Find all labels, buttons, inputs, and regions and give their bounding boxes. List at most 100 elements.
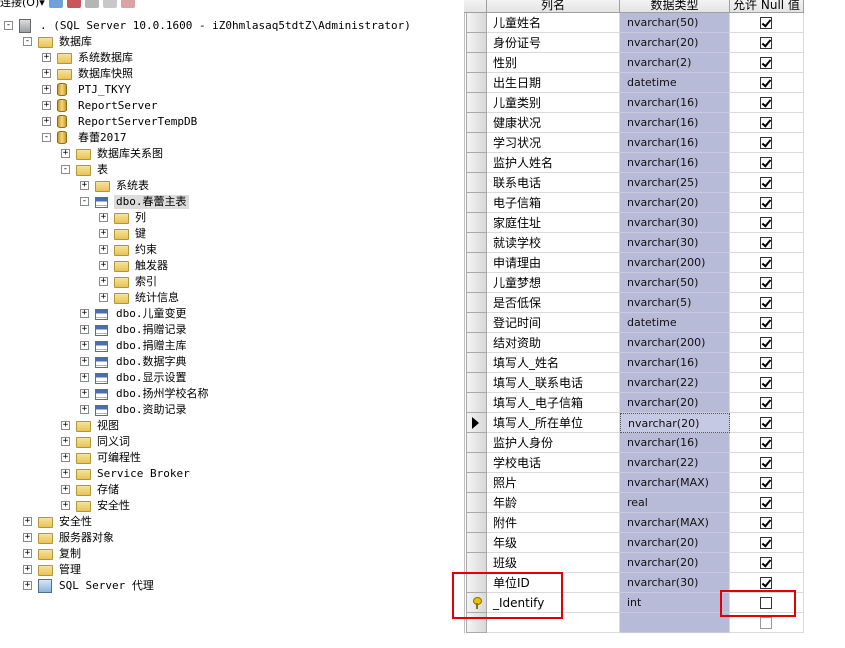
allow-null-checkbox[interactable] [760,417,772,429]
tree-node[interactable]: + 服务器对象 [0,530,462,546]
column-name-cell[interactable]: 家庭住址 [487,213,620,233]
tree-node-label[interactable]: 统计信息 [133,291,181,305]
disconnect-icon[interactable] [66,0,81,8]
tree-node[interactable]: + 系统表 [0,178,462,194]
tree-node-label[interactable]: 数据库快照 [76,67,135,81]
expand-toggle[interactable]: + [42,69,51,78]
row-selector[interactable] [466,293,487,313]
table-row[interactable]: 结对资助 nvarchar(200) [464,333,804,353]
allow-null-checkbox[interactable] [760,377,772,389]
row-selector[interactable] [466,33,487,53]
row-selector[interactable] [466,13,487,33]
row-selector[interactable] [466,473,487,493]
data-type-cell[interactable]: nvarchar(16) [620,433,730,453]
expand-toggle[interactable]: + [23,533,32,542]
table-row[interactable]: 就读学校 nvarchar(30) [464,233,804,253]
column-name-cell[interactable]: 填写人_联系电话 [487,373,620,393]
tree-node[interactable]: + dbo.儿童变更 [0,306,462,322]
allow-null-checkbox[interactable] [760,277,772,289]
tree-node[interactable]: + 索引 [0,274,462,290]
tree-node[interactable]: - dbo.春蕾主表 [0,194,462,210]
row-selector[interactable] [466,193,487,213]
allow-null-checkbox[interactable] [760,257,772,269]
column-name-cell[interactable]: 附件 [487,513,620,533]
tree-node[interactable]: + 触发器 [0,258,462,274]
tree-node[interactable]: + Service Broker [0,466,462,482]
row-selector[interactable] [466,413,487,433]
tree-node[interactable]: - 春蕾2017 [0,130,462,146]
allow-null-checkbox[interactable] [760,297,772,309]
table-row[interactable]: 班级 nvarchar(20) [464,553,804,573]
allow-null-checkbox[interactable] [760,57,772,69]
row-selector[interactable] [466,493,487,513]
tree-node[interactable]: + PTJ_TKYY [0,82,462,98]
column-name-cell[interactable]: 身份证号 [487,33,620,53]
data-type-cell[interactable]: nvarchar(30) [620,573,730,593]
tree-node-label[interactable]: dbo.显示设置 [114,371,189,385]
column-name-cell[interactable] [487,613,620,633]
allow-null-checkbox[interactable] [760,197,772,209]
column-name-cell[interactable]: 学习状况 [487,133,620,153]
data-type-cell[interactable]: nvarchar(16) [620,353,730,373]
tree-node-label[interactable]: 数据库关系图 [95,147,165,161]
tree-node[interactable]: + SQL Server 代理 [0,578,462,594]
row-selector[interactable] [466,53,487,73]
allow-null-checkbox[interactable] [760,397,772,409]
row-selector[interactable] [466,93,487,113]
table-row[interactable]: 照片 nvarchar(MAX) [464,473,804,493]
data-type-cell[interactable]: nvarchar(50) [620,13,730,33]
tree-node-label[interactable]: 同义词 [95,435,132,449]
tree-node-label[interactable]: 安全性 [95,499,132,513]
tree-node-label[interactable]: ReportServer [76,99,159,113]
allow-null-checkbox[interactable] [760,157,772,169]
table-row[interactable]: 登记时间 datetime [464,313,804,333]
tree-node[interactable]: + 管理 [0,562,462,578]
table-row[interactable]: 申请理由 nvarchar(200) [464,253,804,273]
expand-toggle[interactable]: + [80,325,89,334]
tree-node-label[interactable]: 视图 [95,419,121,433]
allow-null-checkbox[interactable] [760,217,772,229]
expand-toggle[interactable]: + [61,469,70,478]
table-row[interactable]: 监护人姓名 nvarchar(16) [464,153,804,173]
column-name-cell[interactable]: 联系电话 [487,173,620,193]
expand-toggle[interactable]: + [23,565,32,574]
table-row[interactable]: _Identify int [464,593,804,613]
expand-toggle[interactable]: + [80,405,89,414]
table-row[interactable]: 附件 nvarchar(MAX) [464,513,804,533]
data-type-cell[interactable]: nvarchar(22) [620,373,730,393]
table-row[interactable]: 性别 nvarchar(2) [464,53,804,73]
column-name-cell[interactable]: 填写人_姓名 [487,353,620,373]
allow-null-checkbox[interactable] [760,477,772,489]
allow-null-checkbox[interactable] [760,237,772,249]
row-selector[interactable] [466,133,487,153]
allow-null-checkbox[interactable] [760,97,772,109]
data-type-cell[interactable]: nvarchar(30) [620,233,730,253]
table-row[interactable]: 儿童类别 nvarchar(16) [464,93,804,113]
data-type-cell[interactable]: real [620,493,730,513]
expand-toggle[interactable]: + [42,101,51,110]
data-type-cell[interactable]: nvarchar(20) [620,33,730,53]
data-type-cell[interactable]: nvarchar(20) [620,413,730,433]
expand-toggle[interactable]: + [42,53,51,62]
column-name-cell[interactable]: 填写人_所在单位 [487,413,620,433]
expand-toggle[interactable]: + [99,277,108,286]
collapse-toggle[interactable]: - [4,21,13,30]
row-selector[interactable] [466,373,487,393]
tree-node[interactable]: + 约束 [0,242,462,258]
column-name-cell[interactable]: 性别 [487,53,620,73]
tree-node-label[interactable]: ReportServerTempDB [76,115,199,129]
refresh-icon[interactable] [120,0,135,8]
table-row[interactable] [464,613,804,633]
tree-node-label[interactable]: 触发器 [133,259,170,273]
allow-null-checkbox[interactable] [760,457,772,469]
stop-icon[interactable] [84,0,99,8]
tree-node[interactable]: + dbo.捐赠主库 [0,338,462,354]
column-name-cell[interactable]: 登记时间 [487,313,620,333]
table-row[interactable]: 健康状况 nvarchar(16) [464,113,804,133]
tree-node[interactable]: + dbo.捐赠记录 [0,322,462,338]
data-type-cell[interactable]: nvarchar(200) [620,253,730,273]
data-type-cell[interactable]: nvarchar(5) [620,293,730,313]
tree-node[interactable]: + 复制 [0,546,462,562]
expand-toggle[interactable]: + [99,261,108,270]
expand-toggle[interactable]: + [80,389,89,398]
